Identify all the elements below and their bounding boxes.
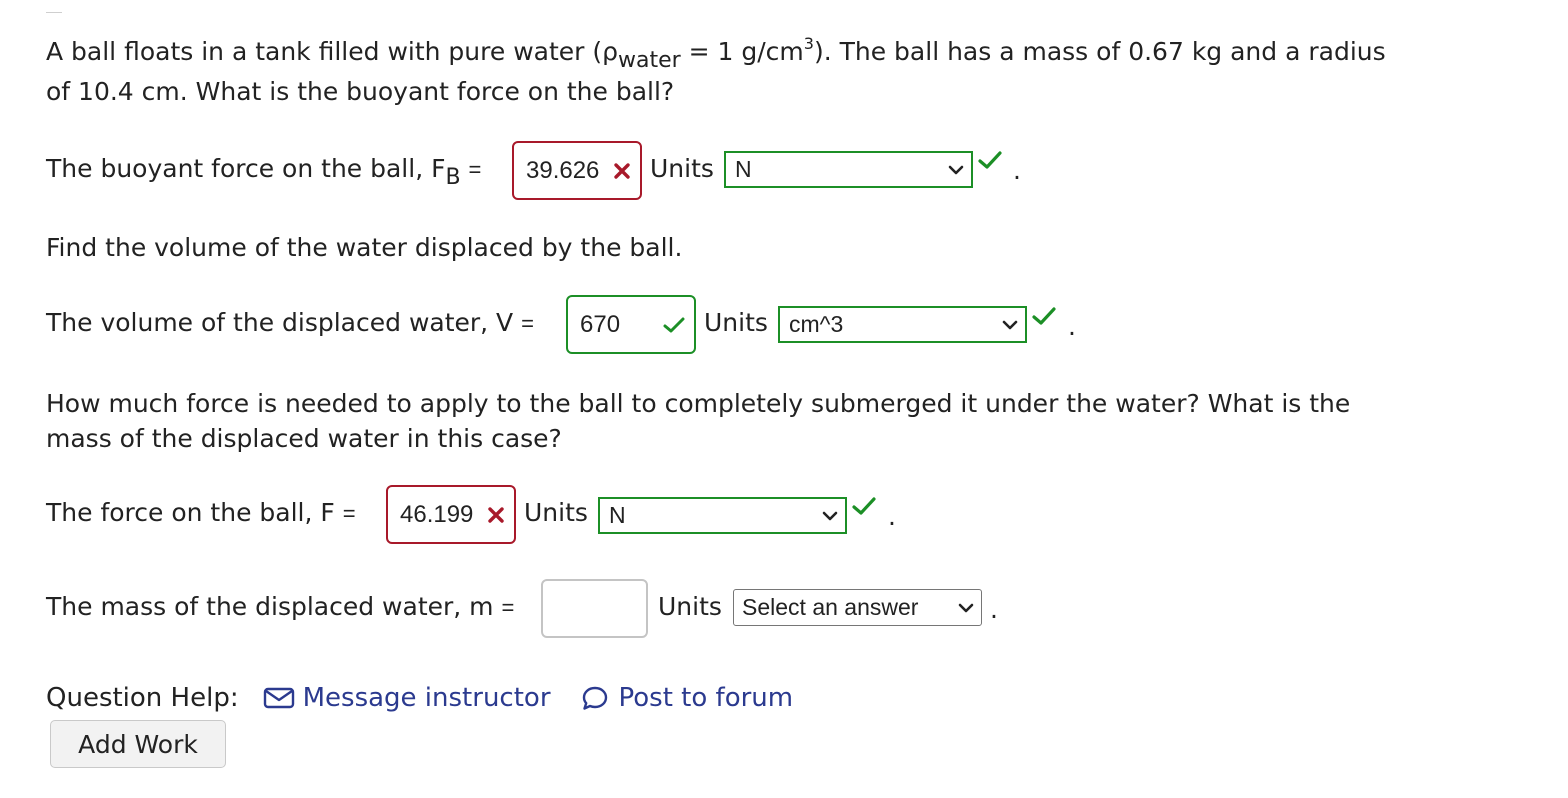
cube-superscript: 3 [803,34,814,53]
rho-subscript: water [618,48,681,73]
force-prompt-line-2: mass of the displaced water in this case… [46,424,562,453]
selected-unit: Select an answer [742,594,919,620]
question-text-part: A ball floats in a tank filled with pure… [46,37,618,66]
top-divider [46,12,62,13]
equals-sign: = [468,157,482,182]
volume-units-select[interactable]: cm^3 [778,306,1027,343]
volume-input[interactable]: 670 [566,295,696,354]
question-text-part: ). The ball has a mass of 0.67 kg and a … [813,37,1386,66]
units-label: Units [524,498,588,527]
volume-label-text: The volume of the displaced water, V [46,308,514,337]
chevron-down-icon [822,510,838,522]
volume-value: 670 [580,310,621,338]
equals-sign: = [501,595,515,620]
post-to-forum-link[interactable]: Post to forum [581,683,794,713]
period: . [990,595,998,624]
units-label: Units [658,592,722,621]
chevron-down-icon [948,164,964,176]
force-input[interactable]: 46.199 [386,485,516,544]
mass-label-text: The mass of the displaced water, m [46,592,494,621]
volume-prompt: Find the volume of the water displaced b… [46,233,683,262]
force-units-select[interactable]: N [598,497,847,534]
period: . [1013,156,1021,185]
envelope-icon [263,687,295,709]
question-text-part: = 1 g/cm [680,37,804,66]
message-instructor-link[interactable]: Message instructor [263,683,551,713]
chevron-down-icon [958,602,974,614]
equals-sign: = [342,501,356,526]
buoyant-force-input[interactable]: 39.626 [512,141,642,200]
post-to-forum-text: Post to forum [618,683,794,713]
mass-label: The mass of the displaced water, m = [46,590,514,625]
question-text-line-2: of 10.4 cm. What is the buoyant force on… [46,77,675,106]
selected-unit: N [735,156,752,182]
buoyant-force-units-select[interactable]: N [724,151,973,188]
message-instructor-text: Message instructor [302,683,551,713]
force-label-text: The force on the ball, F [46,498,335,527]
units-label: Units [650,154,714,183]
volume-label: The volume of the displaced water, V = [46,306,534,341]
mass-input[interactable] [541,579,648,638]
selected-unit: cm^3 [789,311,844,337]
question-help-row: Question Help: Message instructor Post t… [46,680,793,716]
buoyant-force-value: 39.626 [526,156,600,184]
correct-check-icon [1032,306,1056,326]
incorrect-x-icon [487,506,505,524]
question-text-line-1: A ball floats in a tank filled with pure… [46,34,1386,72]
add-work-button[interactable]: Add Work [50,720,226,768]
force-label: The force on the ball, F = [46,496,356,531]
period: . [1068,312,1076,341]
mass-units-select[interactable]: Select an answer [733,589,982,626]
incorrect-x-icon [613,162,631,180]
speech-bubble-icon [581,685,609,711]
force-prompt-line-1: How much force is needed to apply to the… [46,389,1351,418]
buoyant-force-subscript: B [445,165,461,190]
equals-sign: = [521,311,534,336]
selected-unit: N [609,502,626,528]
correct-check-icon [978,150,1002,170]
chevron-down-icon [1002,319,1018,331]
force-value: 46.199 [400,500,474,528]
question-help-label: Question Help: [46,683,239,713]
buoyant-force-label: The buoyant force on the ball, FB = [46,152,482,190]
buoyant-force-label-text: The buoyant force on the ball, F [46,154,446,183]
correct-check-icon [663,316,685,334]
units-label: Units [704,308,768,337]
period: . [888,502,896,531]
correct-check-icon [852,496,876,516]
